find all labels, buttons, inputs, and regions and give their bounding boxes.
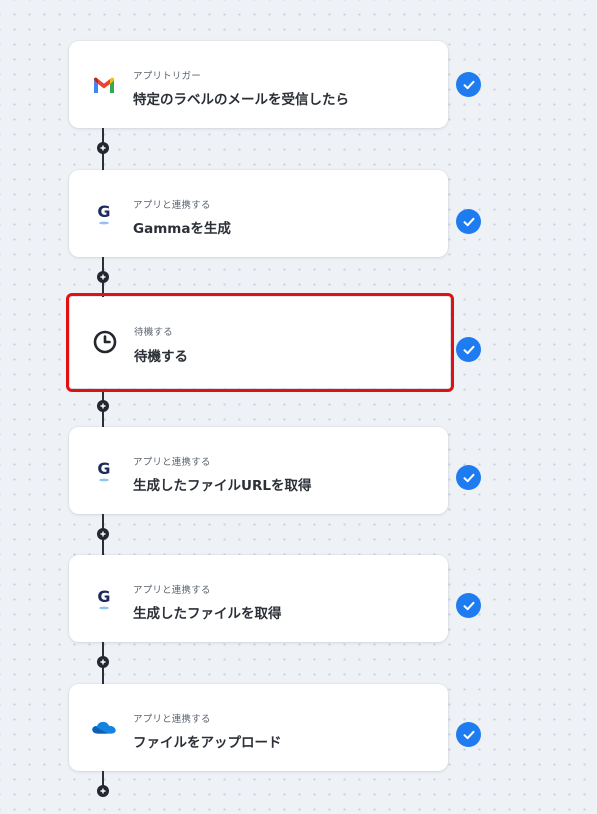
add-step-button[interactable] xyxy=(97,142,109,154)
step-kind-label: アプリと連携する xyxy=(133,714,211,725)
check-icon xyxy=(456,465,481,490)
check-icon xyxy=(456,722,481,747)
step-title: Gammaを生成 xyxy=(133,221,231,237)
step-card-gamma-get-url[interactable]: G アプリと連携する 生成したファイルURLを取得 xyxy=(69,427,448,514)
svg-text:G: G xyxy=(97,587,110,606)
step-kind-label: アプリトリガー xyxy=(133,71,201,82)
step-title: 特定のラベルのメールを受信したら xyxy=(133,92,349,108)
add-step-button[interactable] xyxy=(97,400,109,412)
gamma-icon: G xyxy=(91,459,117,483)
gmail-icon xyxy=(91,73,117,97)
svg-text:G: G xyxy=(97,202,110,221)
step-title: 待機する xyxy=(134,349,188,365)
step-kind-label: アプリと連携する xyxy=(133,585,211,596)
svg-text:G: G xyxy=(97,459,110,478)
add-step-button[interactable] xyxy=(97,271,109,283)
step-card-onedrive-upload[interactable]: アプリと連携する ファイルをアップロード xyxy=(69,684,448,771)
add-step-button[interactable] xyxy=(97,528,109,540)
step-kind-label: アプリと連携する xyxy=(133,457,211,468)
clock-icon xyxy=(92,330,118,354)
check-icon xyxy=(456,72,481,97)
gamma-icon: G xyxy=(91,202,117,226)
step-card-wait[interactable]: 待機する 待機する xyxy=(66,293,454,392)
add-step-button[interactable] xyxy=(97,785,109,797)
add-step-button[interactable] xyxy=(97,656,109,668)
step-title: ファイルをアップロード xyxy=(133,735,282,751)
step-title: 生成したファイルを取得 xyxy=(133,606,282,622)
check-icon xyxy=(456,593,481,618)
gamma-icon: G xyxy=(91,587,117,611)
workflow-canvas: アプリトリガー 特定のラベルのメールを受信したら G アプリと連携する Gamm… xyxy=(0,0,597,814)
check-icon xyxy=(456,209,481,234)
step-kind-label: 待機する xyxy=(134,327,173,338)
step-card-gamma-generate[interactable]: G アプリと連携する Gammaを生成 xyxy=(69,170,448,257)
step-card-gmail-trigger[interactable]: アプリトリガー 特定のラベルのメールを受信したら xyxy=(69,41,448,128)
check-icon xyxy=(456,337,481,362)
step-title: 生成したファイルURLを取得 xyxy=(133,478,312,494)
onedrive-icon xyxy=(91,716,117,740)
step-kind-label: アプリと連携する xyxy=(133,200,211,211)
step-card-gamma-get-file[interactable]: G アプリと連携する 生成したファイルを取得 xyxy=(69,555,448,642)
